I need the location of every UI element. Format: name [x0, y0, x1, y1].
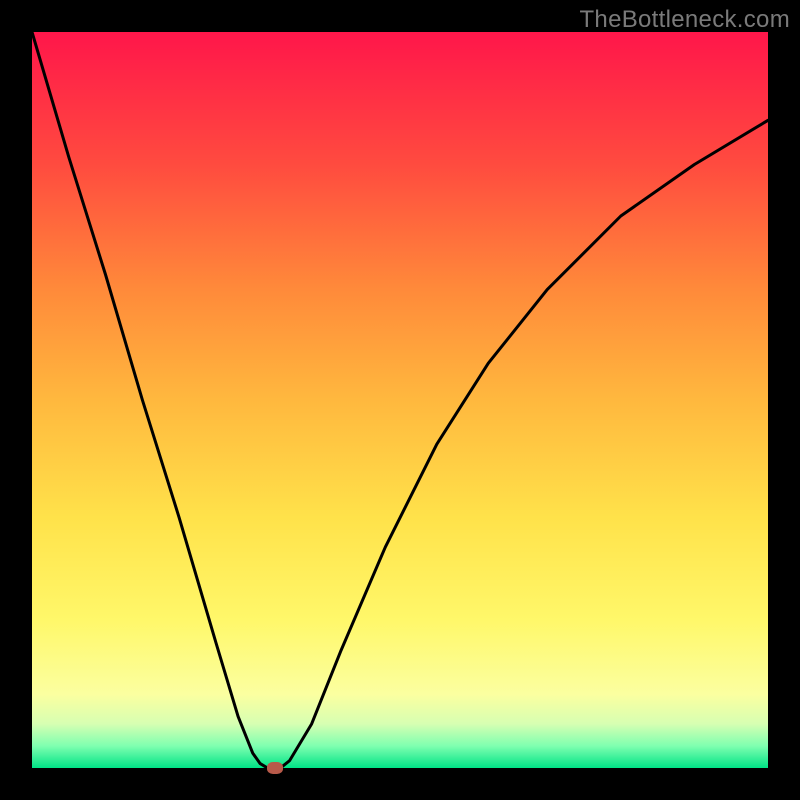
- minimum-marker: [267, 762, 283, 774]
- chart-frame: TheBottleneck.com: [0, 0, 800, 800]
- watermark-text: TheBottleneck.com: [579, 6, 790, 34]
- bottleneck-curve: [32, 32, 768, 768]
- plot-area: [32, 32, 768, 768]
